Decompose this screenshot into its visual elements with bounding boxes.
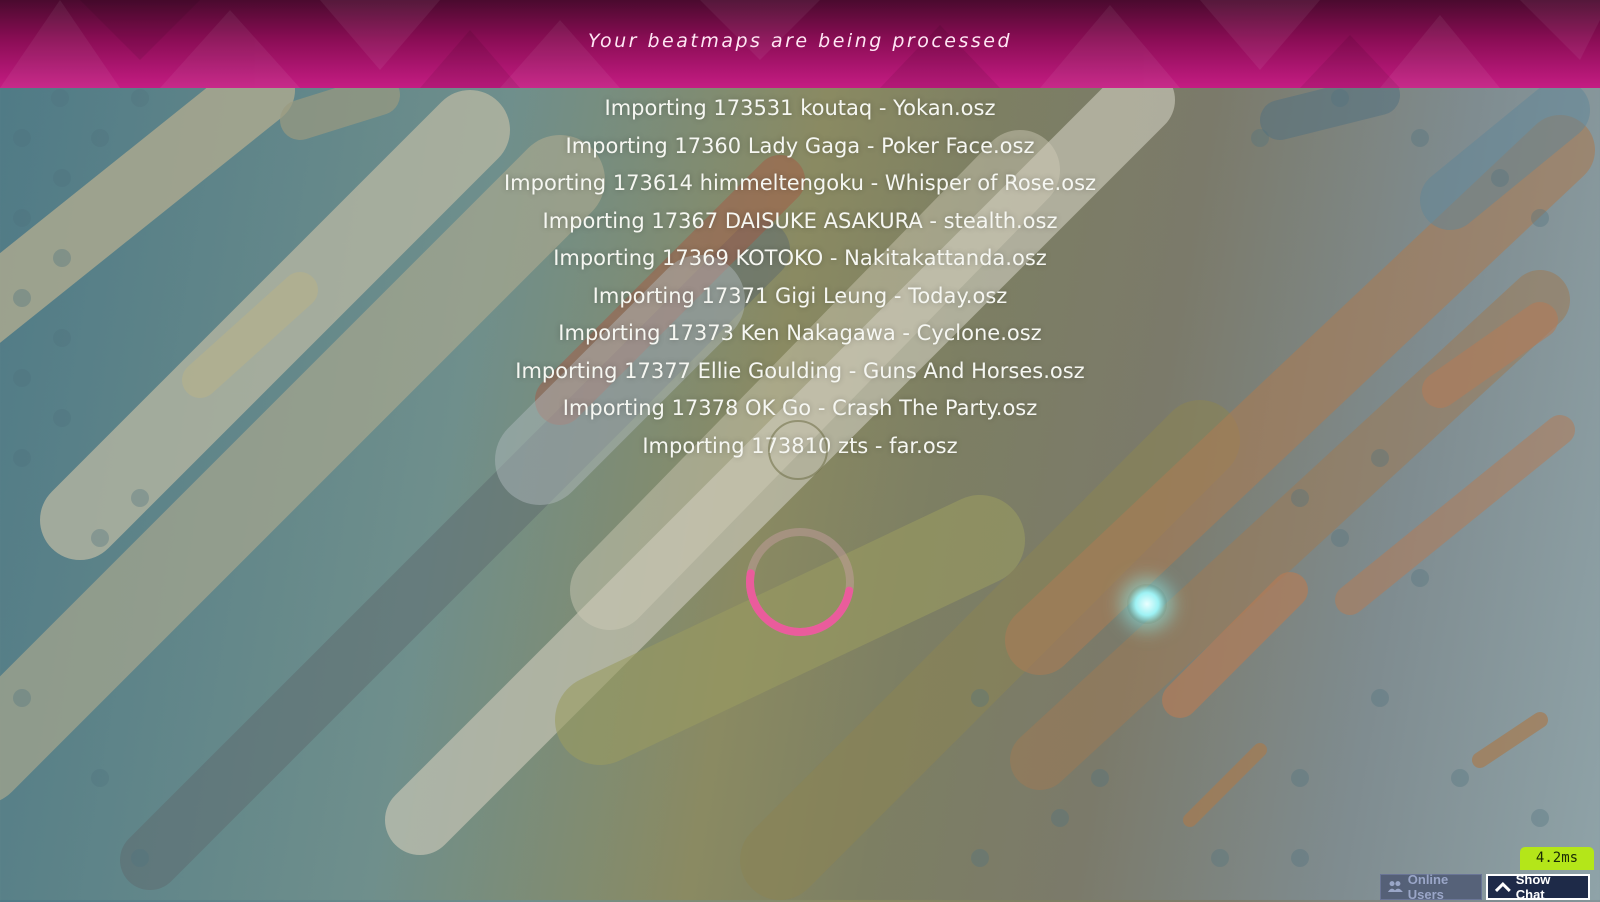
loading-spinner: [746, 528, 854, 636]
cursor: [1127, 584, 1167, 624]
chevron-up-icon: [1494, 881, 1511, 892]
import-log: Importing 173531 koutaq - Yokan.osz Impo…: [0, 92, 1600, 467]
processing-banner: Your beatmaps are being processed: [0, 0, 1600, 88]
import-line: Importing 17371 Gigi Leung - Today.osz: [592, 283, 1008, 308]
import-line: Importing 17377 Ellie Goulding - Guns An…: [515, 358, 1085, 383]
show-chat-label: Show Chat: [1515, 872, 1551, 902]
import-line: Importing 173531 koutaq - Yokan.osz: [604, 96, 996, 120]
banner-title: Your beatmaps are being processed: [587, 30, 1013, 52]
online-users-button[interactable]: Online Users: [1380, 872, 1482, 902]
import-line: Importing 17360 Lady Gaga - Poker Face.o…: [565, 133, 1035, 158]
cursor-trail-ring: [768, 420, 828, 480]
import-line: Importing 17367 DAISUKE ASAKURA - stealt…: [542, 208, 1058, 233]
import-line: Importing 173614 himmeltengoku - Whisper…: [503, 171, 1097, 195]
import-line: Importing 17373 Ken Nakagawa - Cyclone.o…: [558, 321, 1042, 345]
show-chat-button[interactable]: Show Chat: [1486, 872, 1590, 902]
online-users-label: Online Users: [1407, 872, 1449, 902]
import-line: Importing 17369 KOTOKO - Nakitakattanda.…: [553, 246, 1047, 270]
users-icon: [1387, 881, 1403, 893]
frame-time-badge: 4.2ms: [1520, 847, 1594, 870]
bottom-toolbar: Online Users Show Chat: [1380, 872, 1590, 902]
